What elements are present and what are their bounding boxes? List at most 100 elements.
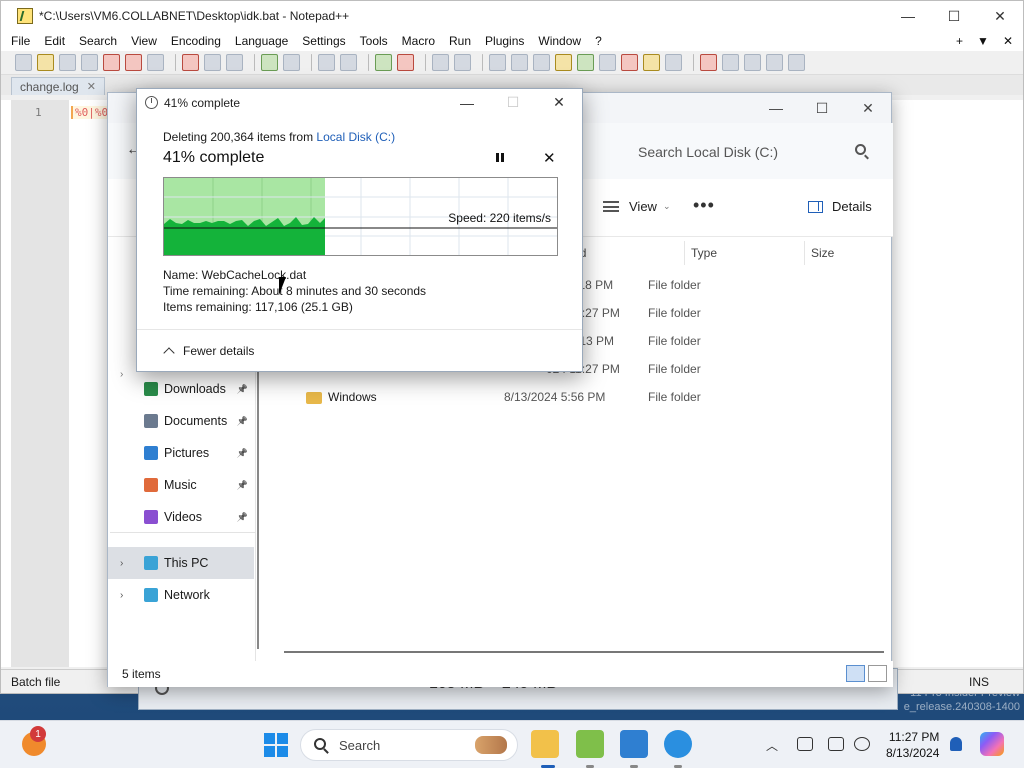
- word-wrap-icon[interactable]: [489, 54, 506, 71]
- menu-item-window[interactable]: Window: [538, 34, 581, 48]
- menu-item-plugins[interactable]: Plugins: [485, 34, 524, 48]
- zoom-in-icon[interactable]: [375, 54, 392, 71]
- file-explorer-taskbar-icon[interactable]: [531, 730, 559, 758]
- dialog-titlebar[interactable]: 41% complete — ☐ ✕: [137, 89, 582, 116]
- paste-icon[interactable]: [226, 54, 243, 71]
- undo-icon[interactable]: [261, 54, 278, 71]
- save-icon[interactable]: [59, 54, 76, 71]
- minimize-icon[interactable]: —: [753, 93, 799, 123]
- open-file-icon[interactable]: [37, 54, 54, 71]
- close-all-icon[interactable]: [125, 54, 142, 71]
- playback-macro-icon[interactable]: [744, 54, 761, 71]
- sidebar-item-videos[interactable]: Videos 📌: [108, 501, 254, 533]
- notepadpp-app-icon[interactable]: [17, 8, 33, 24]
- chevron-right-icon[interactable]: ›: [120, 558, 123, 569]
- cut-icon[interactable]: [182, 54, 199, 71]
- details-pane-button[interactable]: Details: [808, 199, 872, 214]
- sidebar-item-music[interactable]: Music 📌: [108, 469, 254, 501]
- start-button[interactable]: [264, 733, 288, 757]
- add-tab-icon[interactable]: +: [956, 34, 963, 48]
- more-options-button[interactable]: •••: [693, 195, 715, 216]
- taskbar-search[interactable]: Search: [300, 729, 518, 761]
- stop-record-icon[interactable]: [722, 54, 739, 71]
- close-icon[interactable]: ✕: [845, 93, 891, 123]
- cancel-operation-button[interactable]: ✕: [543, 149, 556, 167]
- menu-item-language[interactable]: Language: [235, 34, 288, 48]
- chevron-right-icon[interactable]: ›: [120, 590, 123, 601]
- close-icon[interactable]: ✕: [536, 89, 582, 116]
- chevron-up-icon[interactable]: ︿: [766, 737, 778, 754]
- notepadpp-taskbar-icon[interactable]: [576, 730, 604, 758]
- indent-guide-icon[interactable]: [533, 54, 550, 71]
- code-line[interactable]: %0|%0: [71, 106, 109, 119]
- minimize-icon[interactable]: —: [444, 89, 490, 116]
- display-icon[interactable]: [828, 737, 844, 751]
- sync-vertical-icon[interactable]: [432, 54, 449, 71]
- menu-item-encoding[interactable]: Encoding: [171, 34, 221, 48]
- record-macro-icon[interactable]: [700, 54, 717, 71]
- details-view-icon[interactable]: [846, 665, 865, 682]
- file-list-horizontal-scrollbar[interactable]: [284, 651, 884, 653]
- close-file-icon[interactable]: [103, 54, 120, 71]
- search-icon[interactable]: [855, 144, 866, 155]
- save-all-icon[interactable]: [81, 54, 98, 71]
- replace-icon[interactable]: [340, 54, 357, 71]
- print-icon[interactable]: [147, 54, 164, 71]
- user-language-icon[interactable]: [555, 54, 572, 71]
- doc-list-icon[interactable]: [599, 54, 616, 71]
- maximize-icon[interactable]: ☐: [799, 93, 845, 123]
- folder-workspace-icon[interactable]: [643, 54, 660, 71]
- menu-item-edit[interactable]: Edit: [44, 34, 65, 48]
- tab-list-icon[interactable]: ▼: [977, 34, 989, 48]
- pin-icon[interactable]: 📌: [237, 480, 248, 491]
- function-list-icon[interactable]: [621, 54, 638, 71]
- pause-button[interactable]: [496, 153, 506, 162]
- volume-muted-icon[interactable]: [854, 737, 870, 751]
- file-row[interactable]: Windows 8/13/2024 5:56 PM File folder: [258, 383, 890, 411]
- save-macro-icon[interactable]: [788, 54, 805, 71]
- sidebar-item-this-pc[interactable]: › This PC: [108, 547, 254, 579]
- pin-icon[interactable]: 📌: [237, 416, 248, 427]
- menu-item-file[interactable]: File: [11, 34, 30, 48]
- doc-map-icon[interactable]: [577, 54, 594, 71]
- sidebar-item-downloads[interactable]: Downloads 📌: [108, 373, 254, 405]
- task-manager-taskbar-icon[interactable]: [620, 730, 648, 758]
- copilot-icon[interactable]: [980, 732, 1004, 756]
- menu-item-tools[interactable]: Tools: [360, 34, 388, 48]
- redo-icon[interactable]: [283, 54, 300, 71]
- sidebar-item-documents[interactable]: Documents 📌: [108, 405, 254, 437]
- menu-item-settings[interactable]: Settings: [302, 34, 345, 48]
- column-header-type[interactable]: Type: [684, 241, 804, 265]
- find-icon[interactable]: [318, 54, 335, 71]
- monitoring-icon[interactable]: [665, 54, 682, 71]
- column-header-size[interactable]: Size: [804, 241, 884, 265]
- close-tab-icon[interactable]: ✕: [87, 80, 96, 93]
- new-file-icon[interactable]: [15, 54, 32, 71]
- minimize-icon[interactable]: —: [885, 1, 931, 31]
- run-macro-multiple-icon[interactable]: [766, 54, 783, 71]
- fewer-details-button[interactable]: Fewer details: [163, 344, 254, 359]
- sidebar-item-network[interactable]: › Network: [108, 579, 254, 611]
- menu-item-view[interactable]: View: [131, 34, 157, 48]
- copy-icon[interactable]: [204, 54, 221, 71]
- editor-tab[interactable]: change.log ✕: [11, 77, 105, 95]
- zoom-out-icon[interactable]: [397, 54, 414, 71]
- menu-item-run[interactable]: Run: [449, 34, 471, 48]
- notification-bell-icon[interactable]: [950, 737, 962, 751]
- sync-horizontal-icon[interactable]: [454, 54, 471, 71]
- pin-icon[interactable]: 📌: [237, 512, 248, 523]
- network-disconnected-icon[interactable]: [797, 737, 813, 751]
- chrome-taskbar-icon[interactable]: [664, 730, 692, 758]
- show-all-chars-icon[interactable]: [511, 54, 528, 71]
- maximize-icon[interactable]: ☐: [931, 1, 977, 31]
- sidebar-item-pictures[interactable]: Pictures 📌: [108, 437, 254, 469]
- pin-icon[interactable]: 📌: [237, 384, 248, 395]
- pin-icon[interactable]: 📌: [237, 448, 248, 459]
- menu-item-macro[interactable]: Macro: [402, 34, 435, 48]
- view-button[interactable]: View ⌄: [603, 199, 671, 214]
- close-icon[interactable]: ✕: [977, 1, 1023, 31]
- menu-item-search[interactable]: Search: [79, 34, 117, 48]
- taskbar-clock[interactable]: 11:27 PM 8/13/2024: [886, 729, 939, 761]
- tiles-view-icon[interactable]: [868, 665, 887, 682]
- explorer-search-box[interactable]: Search Local Disk (C:): [578, 137, 884, 167]
